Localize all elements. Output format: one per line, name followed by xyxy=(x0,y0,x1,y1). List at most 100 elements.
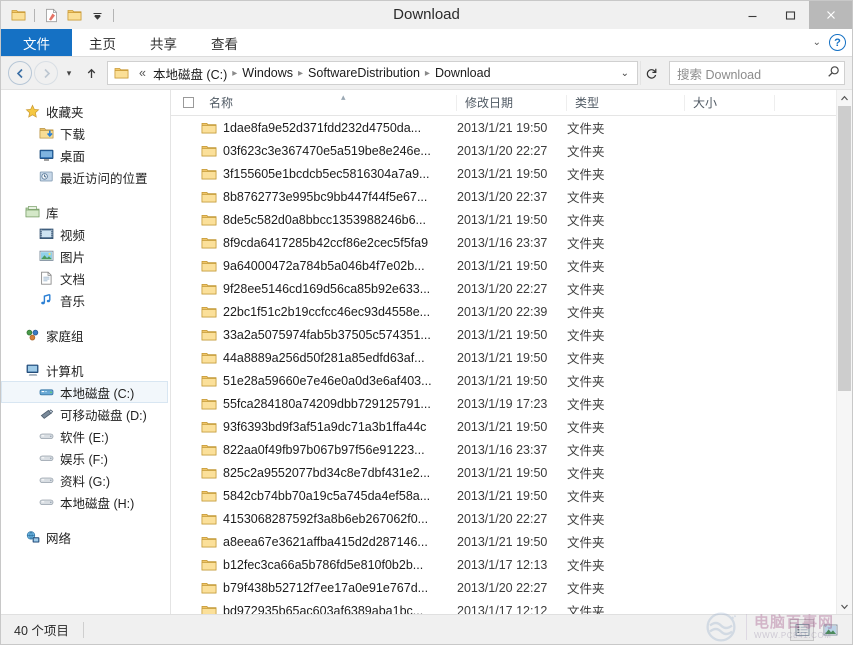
column-header-size[interactable]: 大小 xyxy=(685,94,775,111)
table-row[interactable]: a8eea67e3621affba415d2d287146... 2013/1/2… xyxy=(171,530,852,553)
close-button[interactable] xyxy=(809,1,852,29)
table-row[interactable]: 22bc1f51c2b19ccfcc46ec93d4558e... 2013/1/… xyxy=(171,300,852,323)
breadcrumb-item-drive[interactable]: 本地磁盘 (C:) xyxy=(150,64,230,83)
table-row[interactable]: 9a64000472a784b5a046b4f7e02b... 2013/1/21… xyxy=(171,254,852,277)
sidebar-group-homegroup[interactable]: 家庭组 xyxy=(1,324,170,346)
sidebar-item-local-disk-c[interactable]: 本地磁盘 (C:) xyxy=(1,381,168,403)
sidebar-group-libraries[interactable]: 库 xyxy=(1,201,170,223)
tab-share[interactable]: 共享 xyxy=(133,29,194,56)
new-folder-icon[interactable] xyxy=(64,5,84,25)
sidebar-item-pictures[interactable]: 图片 xyxy=(1,245,170,267)
sidebar-item-drive-e[interactable]: 软件 (E:) xyxy=(1,425,170,447)
file-name-cell[interactable]: 33a2a5075974fab5b37505c574351... xyxy=(171,328,457,342)
sidebar-group-favorites[interactable]: 收藏夹 xyxy=(1,100,170,122)
table-row[interactable]: b12fec3ca66a5b786fd5e810f0b2b... 2013/1/1… xyxy=(171,553,852,576)
file-name-cell[interactable]: 4153068287592f3a8b6eb267062f0... xyxy=(171,512,457,526)
maximize-button[interactable] xyxy=(771,1,809,29)
breadcrumb[interactable]: « 本地磁盘 (C:) ▸ Windows ▸ SoftwareDistribu… xyxy=(107,61,638,85)
file-name-cell[interactable]: 55fca284180a74209dbb729125791... xyxy=(171,397,457,411)
file-name-cell[interactable]: 822aa0f49fb97b067b97f56e91223... xyxy=(171,443,457,457)
table-row[interactable]: 55fca284180a74209dbb729125791... 2013/1/1… xyxy=(171,392,852,415)
file-name-cell[interactable]: 1dae8fa9e52d371fdd232d4750da... xyxy=(171,121,457,135)
file-name-cell[interactable]: 9f28ee5146cd169d56ca85b92e633... xyxy=(171,282,457,296)
file-name-cell[interactable]: b79f438b52712f7ee17a0e91e767d... xyxy=(171,581,457,595)
thumbnails-view-icon[interactable] xyxy=(818,619,842,641)
file-name-cell[interactable]: 825c2a9552077bd34c8e7dbf431e2... xyxy=(171,466,457,480)
up-button[interactable] xyxy=(80,61,102,85)
table-row[interactable]: 9f28ee5146cd169d56ca85b92e633... 2013/1/2… xyxy=(171,277,852,300)
table-row[interactable]: 33a2a5075974fab5b37505c574351... 2013/1/2… xyxy=(171,323,852,346)
sidebar-item-videos[interactable]: 视频 xyxy=(1,223,170,245)
sidebar-item-desktop[interactable]: 桌面 xyxy=(1,144,170,166)
file-name-cell[interactable]: 5842cb74bb70a19c5a745da4ef58a... xyxy=(171,489,457,503)
breadcrumb-item-softwaredistribution[interactable]: SoftwareDistribution xyxy=(305,66,423,80)
file-name-cell[interactable]: 22bc1f51c2b19ccfcc46ec93d4558e... xyxy=(171,305,457,319)
file-list-scrollbar[interactable] xyxy=(836,90,852,614)
table-row[interactable]: 44a8889a256d50f281a85edfd63af... 2013/1/2… xyxy=(171,346,852,369)
forward-button[interactable] xyxy=(34,61,58,85)
breadcrumb-separator-icon[interactable]: ▸ xyxy=(423,68,432,79)
file-name-cell[interactable]: 8f9cda6417285b42ccf86e2cec5f5fa9 xyxy=(171,236,457,250)
sidebar-item-downloads[interactable]: 下载 xyxy=(1,122,170,144)
file-name-cell[interactable]: 8b8762773e995bc9bb447f44f5e67... xyxy=(171,190,457,204)
sidebar-item-documents[interactable]: 文档 xyxy=(1,267,170,289)
help-icon[interactable]: ? xyxy=(829,34,846,51)
minimize-button[interactable] xyxy=(733,1,771,29)
tab-file[interactable]: 文件 xyxy=(1,29,72,56)
sidebar-item-removable-disk-d[interactable]: 可移动磁盘 (D:) xyxy=(1,403,170,425)
table-row[interactable]: 822aa0f49fb97b067b97f56e91223... 2013/1/1… xyxy=(171,438,852,461)
breadcrumb-separator-icon[interactable]: ▸ xyxy=(296,68,305,79)
table-row[interactable]: 8b8762773e995bc9bb447f44f5e67... 2013/1/2… xyxy=(171,185,852,208)
table-row[interactable]: 1dae8fa9e52d371fdd232d4750da... 2013/1/21… xyxy=(171,116,852,139)
search-box[interactable]: 搜索 Download xyxy=(669,61,845,85)
checkbox-icon[interactable] xyxy=(183,97,194,108)
column-header-type[interactable]: 类型 xyxy=(567,94,685,111)
file-name-cell[interactable]: 93f6393bd9f3af51a9dc71a3b1ffa44c xyxy=(171,420,457,434)
search-input[interactable]: 搜索 Download xyxy=(677,64,827,83)
properties-icon[interactable] xyxy=(41,5,61,25)
column-header-name[interactable]: 名称 ▴ xyxy=(201,94,457,111)
file-name-cell[interactable]: b12fec3ca66a5b786fd5e810f0b2b... xyxy=(171,558,457,572)
select-all-checkbox[interactable] xyxy=(171,95,201,111)
table-row[interactable]: 8f9cda6417285b42ccf86e2cec5f5fa9 2013/1/1… xyxy=(171,231,852,254)
breadcrumb-item-download[interactable]: Download xyxy=(432,66,494,80)
breadcrumb-overflow[interactable]: « xyxy=(135,66,150,80)
sidebar-group-network[interactable]: 网络 xyxy=(1,526,170,548)
breadcrumb-separator-icon[interactable]: ▸ xyxy=(230,68,239,79)
sidebar-item-drive-g[interactable]: 资料 (G:) xyxy=(1,469,170,491)
table-row[interactable]: 8de5c582d0a8bbcc1353988246b6... 2013/1/21… xyxy=(171,208,852,231)
scrollbar-track[interactable] xyxy=(837,106,852,598)
tab-view[interactable]: 查看 xyxy=(194,29,255,56)
table-row[interactable]: 93f6393bd9f3af51a9dc71a3b1ffa44c 2013/1/2… xyxy=(171,415,852,438)
table-row[interactable]: 4153068287592f3a8b6eb267062f0... 2013/1/2… xyxy=(171,507,852,530)
chevron-down-icon[interactable]: ⌄ xyxy=(813,37,821,48)
scroll-down-icon[interactable] xyxy=(837,598,852,614)
table-row[interactable]: b79f438b52712f7ee17a0e91e767d... 2013/1/2… xyxy=(171,576,852,599)
scrollbar-thumb[interactable] xyxy=(838,106,851,392)
breadcrumb-dropdown-icon[interactable]: ⌄ xyxy=(615,68,635,79)
sidebar-item-local-disk-h[interactable]: 本地磁盘 (H:) xyxy=(1,491,170,513)
file-name-cell[interactable]: a8eea67e3621affba415d2d287146... xyxy=(171,535,457,549)
file-name-cell[interactable]: 9a64000472a784b5a046b4f7e02b... xyxy=(171,259,457,273)
file-name-cell[interactable]: 03f623c3e367470e5a519be8e246e... xyxy=(171,144,457,158)
scroll-up-icon[interactable] xyxy=(837,90,852,106)
sidebar-item-music[interactable]: 音乐 xyxy=(1,289,170,311)
sidebar-item-recent-places[interactable]: 最近访问的位置 xyxy=(1,166,170,188)
sidebar-group-computer[interactable]: 计算机 xyxy=(1,359,170,381)
table-row[interactable]: 03f623c3e367470e5a519be8e246e... 2013/1/2… xyxy=(171,139,852,162)
table-row[interactable]: 825c2a9552077bd34c8e7dbf431e2... 2013/1/2… xyxy=(171,461,852,484)
table-row[interactable]: bd972935b65ac603af6389aba1bc... 2013/1/17… xyxy=(171,599,852,614)
file-name-cell[interactable]: bd972935b65ac603af6389aba1bc... xyxy=(171,604,457,614)
file-name-cell[interactable]: 3f155605e1bcdcb5ec5816304a7a9... xyxy=(171,167,457,181)
folder-icon[interactable] xyxy=(8,5,28,25)
customize-dropdown-icon[interactable] xyxy=(87,5,107,25)
file-name-cell[interactable]: 44a8889a256d50f281a85edfd63af... xyxy=(171,351,457,365)
table-row[interactable]: 5842cb74bb70a19c5a745da4ef58a... 2013/1/2… xyxy=(171,484,852,507)
file-name-cell[interactable]: 8de5c582d0a8bbcc1353988246b6... xyxy=(171,213,457,227)
refresh-button[interactable] xyxy=(640,61,662,85)
file-name-cell[interactable]: 51e28a59660e7e46e0a0d3e6af403... xyxy=(171,374,457,388)
search-icon[interactable] xyxy=(827,65,840,81)
table-row[interactable]: 51e28a59660e7e46e0a0d3e6af403... 2013/1/2… xyxy=(171,369,852,392)
table-row[interactable]: 3f155605e1bcdcb5ec5816304a7a9... 2013/1/2… xyxy=(171,162,852,185)
recent-locations-icon[interactable]: ▾ xyxy=(60,61,78,85)
